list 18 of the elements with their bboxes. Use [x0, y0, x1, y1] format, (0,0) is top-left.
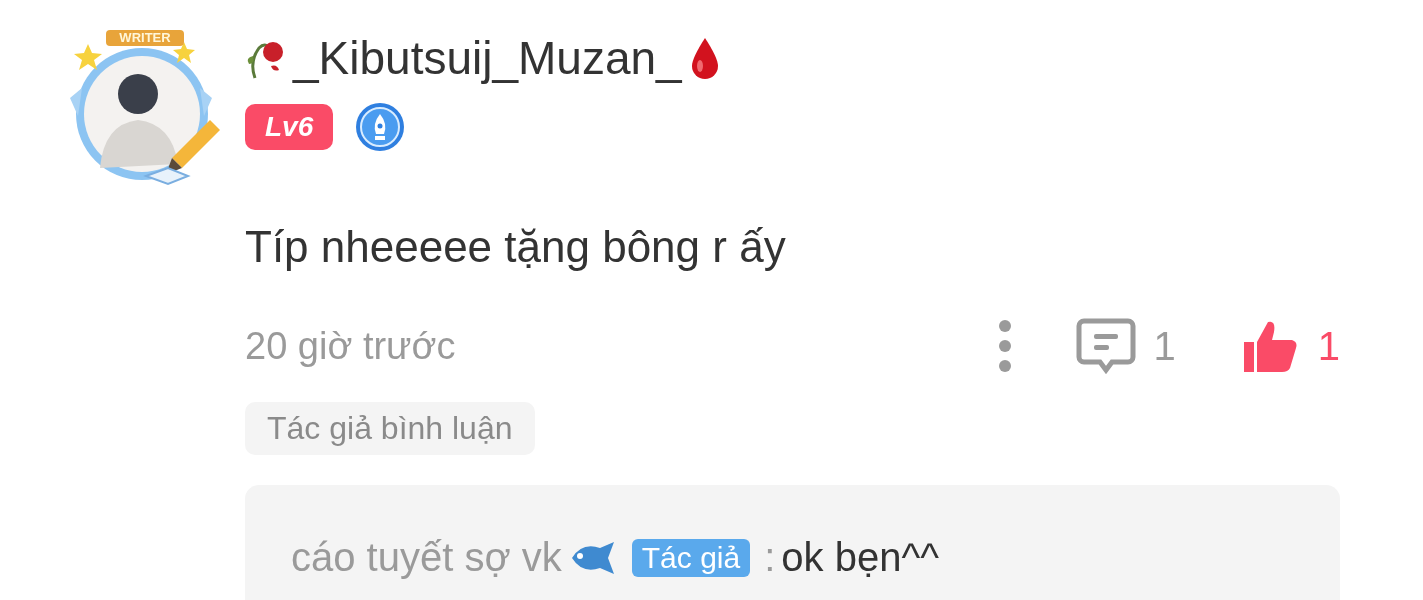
reply-text: ok bẹn^^ [781, 535, 939, 580]
more-icon [997, 319, 1012, 373]
reply-count-button[interactable]: 1 [1075, 317, 1176, 375]
comment-text: Típ nheeeee tặng bông r ấy [245, 222, 786, 272]
pen-nib-badge-icon [355, 102, 406, 152]
reply-author[interactable]: cáo tuyết sợ vk [291, 535, 562, 580]
author-badge: Tác giả [631, 538, 751, 577]
frame-label: WRITER [106, 30, 184, 46]
separator: : [764, 535, 776, 580]
more-button[interactable] [997, 319, 1012, 373]
level-badge: Lv6 [245, 104, 334, 150]
chat-bubble-icon [1075, 317, 1136, 375]
like-button[interactable]: 1 [1239, 316, 1340, 376]
timestamp: 20 giờ trước [245, 324, 456, 368]
username[interactable]: _Kibutsuij_Muzan_ [293, 31, 682, 85]
avatar[interactable]: WRITER [60, 28, 220, 188]
author-comment-tag: Tác giả bình luận [245, 402, 535, 455]
blood-drop-icon [689, 36, 720, 80]
